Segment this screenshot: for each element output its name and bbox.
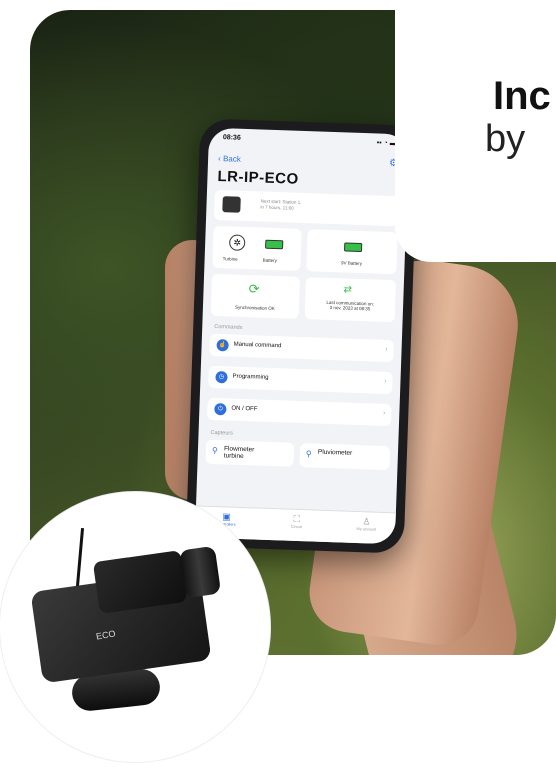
sync-icon: ⟳ <box>248 281 260 297</box>
turbine-icon: ✲ <box>228 234 246 251</box>
battery-9v-icon <box>343 242 363 253</box>
battery-9v-card: 9V Battery <box>306 229 398 275</box>
system-icons: ▪▪ ◔ ▬ <box>376 139 397 148</box>
chevron-right-icon: › <box>382 409 386 417</box>
manual-command-label: Manual command <box>233 341 282 350</box>
power-icon: ⏻ <box>214 402 227 416</box>
pluviometer-label: Pluviometer <box>317 448 353 457</box>
sensors-header: Capteurs <box>210 429 233 437</box>
last-communication-card: ⇄ Last communication on: 3 nov. 2023 at … <box>304 277 397 323</box>
faucet-icon: ⚲ <box>305 449 312 459</box>
smartphone: 08:36 ▪▪ ◔ ▬ ‹ Back ⚙ LR-IP-ECO Next sta… <box>185 118 419 554</box>
back-button[interactable]: ‹ Back <box>218 154 241 164</box>
faucet-icon: ⚲ <box>211 445 218 456</box>
tab-my-account[interactable]: ♙ My account <box>341 515 391 532</box>
manual-command-icon: ☝ <box>216 339 229 352</box>
chevron-right-icon: › <box>383 377 387 385</box>
next-start-card: Next start: Station 1, in 7 hours, 11:00 <box>213 189 399 227</box>
tab-my-account-label: My account <box>356 527 377 532</box>
on-off-row[interactable]: ⏻ ON / OFF › <box>207 397 392 427</box>
programming-label: Programming <box>232 373 269 381</box>
flowmeter-sensor-card[interactable]: ⚲ Flowmeter turbine <box>205 439 295 467</box>
manual-command-row[interactable]: ☝ Manual command › <box>209 333 394 363</box>
battery-label: Battery <box>262 257 277 264</box>
turbine-battery-card: ✲ Turbine Battery <box>212 225 302 271</box>
next-start-text: Next start: Station 1, in 7 hours, 11:00 <box>260 198 302 211</box>
headline-line-2: by <box>485 118 526 160</box>
back-label: Back <box>222 154 241 164</box>
headline-card: Inc by <box>395 0 556 262</box>
battery-9v-label: 9V Battery <box>340 260 363 267</box>
tab-circuit-label: Circuit <box>290 524 302 530</box>
turbine-label: Turbine <box>222 256 238 262</box>
device-title: LR-IP-ECO <box>217 167 299 188</box>
pluviometer-sensor-card[interactable]: ⚲ Pluviometer <box>299 443 391 471</box>
app-screen: 08:36 ▪▪ ◔ ▬ ‹ Back ⚙ LR-IP-ECO Next sta… <box>194 127 410 545</box>
programming-icon: ◷ <box>215 371 228 384</box>
last-communication-label: Last communication on: 3 nov. 2023 at 08… <box>326 299 375 312</box>
headline-line-1: Inc <box>493 74 551 118</box>
tab-circuit[interactable]: ⛶ Circuit <box>271 513 321 530</box>
sync-label: Synchronisation OK <box>234 304 275 312</box>
commands-header: Commands <box>214 323 243 331</box>
on-off-label: ON / OFF <box>231 405 258 413</box>
communication-arrows-icon: ⇄ <box>343 284 353 296</box>
programming-row[interactable]: ◷ Programming › <box>208 365 393 395</box>
battery-icon <box>265 239 284 250</box>
chevron-right-icon: › <box>385 345 388 353</box>
sync-card: ⟳ Synchronisation OK <box>210 273 301 319</box>
device-thumbnail-icon <box>222 196 241 213</box>
status-time: 08:36 <box>222 134 241 142</box>
screw-cap <box>178 545 222 599</box>
flowmeter-label: Flowmeter turbine <box>223 445 255 461</box>
